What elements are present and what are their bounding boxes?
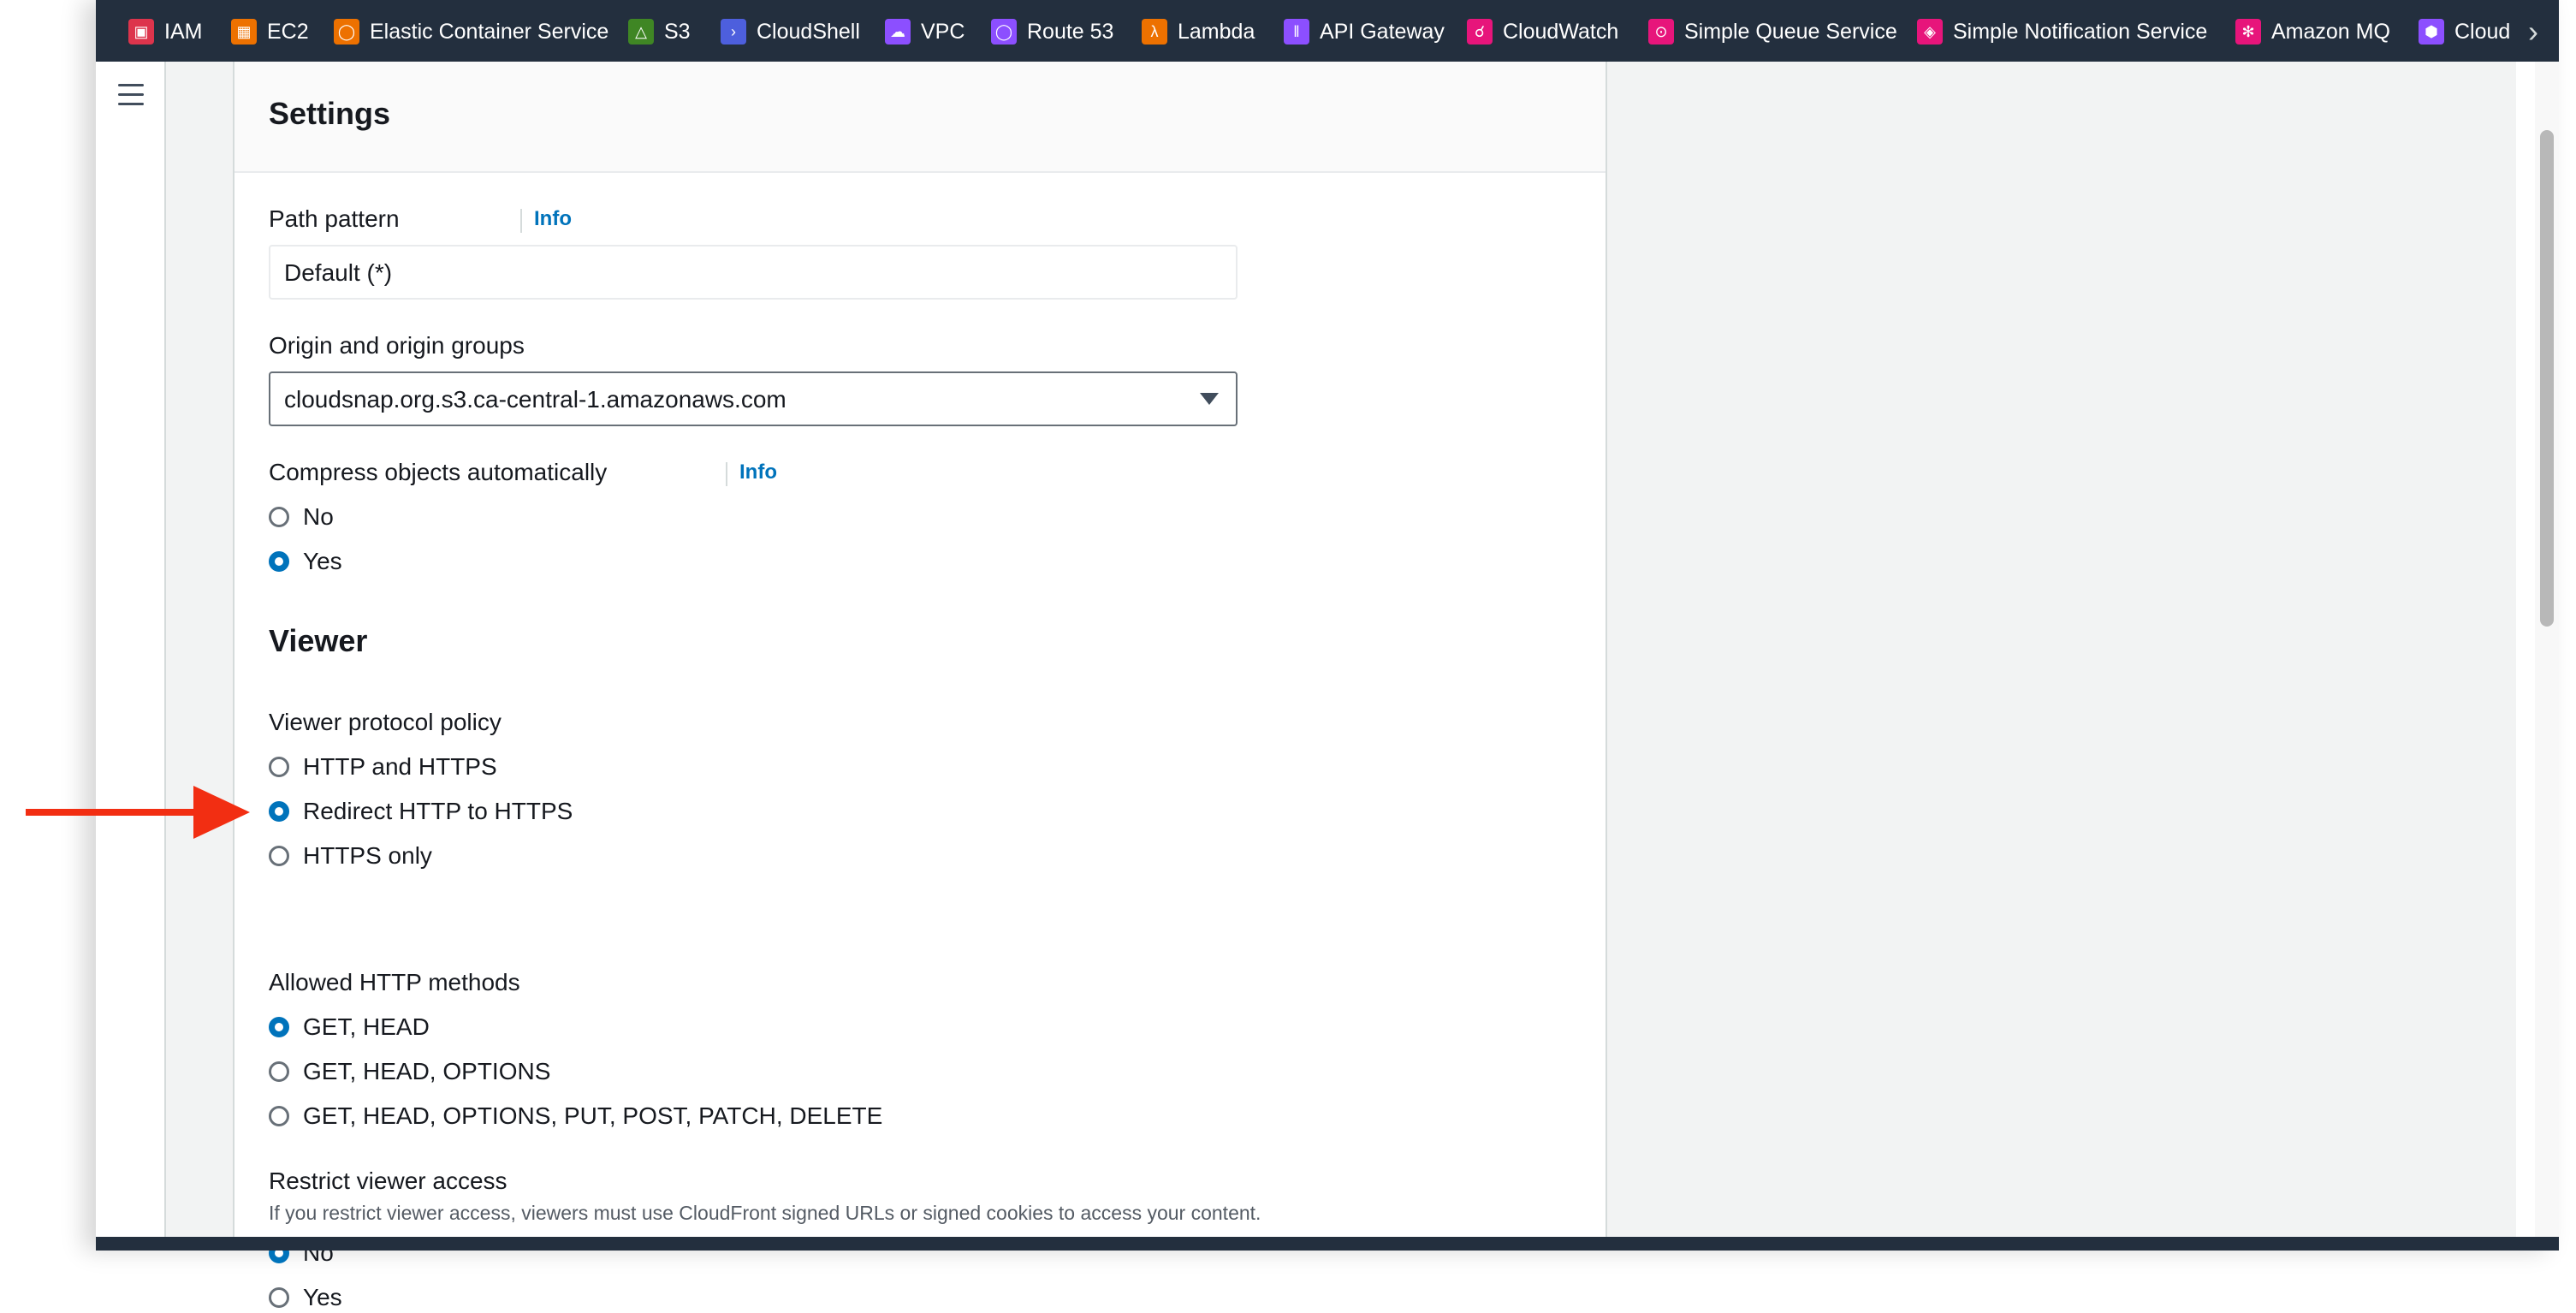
viewer-section-title: Viewer <box>269 623 368 658</box>
route53-icon: ◯ <box>991 19 1017 45</box>
restrict-access-label: Restrict viewer access <box>269 1167 507 1194</box>
allowed-methods-label: Allowed HTTP methods <box>269 969 520 995</box>
favorite-label: Amazon MQ <box>2271 19 2390 44</box>
radio-button[interactable] <box>269 1061 289 1082</box>
chevron-right-icon[interactable]: › <box>2528 14 2538 50</box>
radio-label: Redirect HTTP to HTTPS <box>303 798 573 824</box>
annotation-arrow-icon <box>26 786 250 839</box>
protocol-option-http-and-https[interactable]: HTTP and HTTPS <box>269 752 497 782</box>
radio-label: HTTP and HTTPS <box>303 753 497 780</box>
settings-title: Settings <box>269 96 391 131</box>
iam-icon: ▣ <box>128 19 154 45</box>
favorite-label: Elastic Container Service <box>370 19 609 44</box>
divider <box>520 209 522 233</box>
scrollbar-thumb[interactable] <box>2540 130 2554 627</box>
radio-button[interactable] <box>269 1106 289 1126</box>
radio-label: Yes <box>303 548 342 574</box>
sqs-icon: ⊙ <box>1648 19 1674 45</box>
favorite-ec2[interactable]: ▦ EC2 <box>231 17 309 46</box>
favorite-vpc[interactable]: ☁ VPC <box>885 17 965 46</box>
compress-option-yes[interactable]: Yes <box>269 546 342 577</box>
settings-header: Settings <box>234 62 1606 173</box>
favorites-bar: ▣ IAM ▦ EC2 ◯ Elastic Container Service … <box>96 0 2559 62</box>
menu-icon[interactable] <box>118 84 144 106</box>
methods-option-get-head[interactable]: GET, HEAD <box>269 1012 430 1043</box>
favorite-lambda[interactable]: λ Lambda <box>1142 17 1255 46</box>
lambda-icon: λ <box>1142 19 1167 45</box>
favorite-amazon-mq[interactable]: ✻ Amazon MQ <box>2235 17 2390 46</box>
methods-option-all[interactable]: GET, HEAD, OPTIONS, PUT, POST, PATCH, DE… <box>269 1101 882 1132</box>
radio-label: GET, HEAD, OPTIONS <box>303 1058 551 1084</box>
origin-label: Origin and origin groups <box>269 332 525 359</box>
favorite-label: Lambda <box>1178 19 1255 44</box>
cloudwatch-icon: ☌ <box>1467 19 1493 45</box>
favorite-label: VPC <box>921 19 965 44</box>
favorite-route53[interactable]: ◯ Route 53 <box>991 17 1113 46</box>
api-gateway-icon: ‖ <box>1284 19 1309 45</box>
path-pattern-label-text: Path pattern <box>269 205 400 232</box>
radio-button[interactable] <box>269 1287 289 1308</box>
restrict-option-yes[interactable]: Yes <box>269 1282 342 1313</box>
ecs-icon: ◯ <box>334 19 359 45</box>
favorite-iam[interactable]: ▣ IAM <box>128 17 202 46</box>
s3-icon: △ <box>628 19 654 45</box>
favorite-cloud[interactable]: ⬢ Cloud <box>2419 17 2510 46</box>
vpc-icon: ☁ <box>885 19 911 45</box>
favorite-label: API Gateway <box>1320 19 1445 44</box>
radio-label: GET, HEAD <box>303 1013 430 1040</box>
favorite-cloudshell[interactable]: › CloudShell <box>721 17 860 46</box>
favorite-label: IAM <box>164 19 203 44</box>
favorite-s3[interactable]: △ S3 <box>628 17 691 46</box>
favorite-cloudwatch[interactable]: ☌ CloudWatch <box>1467 17 1618 46</box>
radio-label: No <box>303 503 334 530</box>
favorite-label: CloudWatch <box>1503 19 1619 44</box>
favorite-label: Cloud <box>2454 19 2511 44</box>
favorite-ecs[interactable]: ◯ Elastic Container Service <box>334 17 608 46</box>
amazon-mq-icon: ✻ <box>2235 19 2261 45</box>
cloud-service-icon: ⬢ <box>2419 19 2444 45</box>
favorite-label: Simple Queue Service <box>1684 19 1897 44</box>
favorite-api-gateway[interactable]: ‖ API Gateway <box>1284 17 1445 46</box>
cloudshell-icon: › <box>721 19 746 45</box>
radio-button-selected[interactable] <box>269 551 289 572</box>
ec2-icon: ▦ <box>231 19 257 45</box>
browser-window: ▣ IAM ▦ EC2 ◯ Elastic Container Service … <box>96 0 2559 1310</box>
radio-button[interactable] <box>269 757 289 777</box>
protocol-option-https-only[interactable]: HTTPS only <box>269 841 432 871</box>
radio-button-selected[interactable] <box>269 801 289 822</box>
viewer-protocol-label: Viewer protocol policy <box>269 709 502 735</box>
compress-label: Compress objects automatically <box>269 459 608 485</box>
path-pattern-label: Path pattern <box>269 205 400 233</box>
path-pattern-value: Default (*) <box>284 259 393 286</box>
path-pattern-info-link[interactable]: Info <box>534 207 572 231</box>
favorite-label: CloudShell <box>757 19 860 44</box>
protocol-option-redirect[interactable]: Redirect HTTP to HTTPS <box>269 796 573 827</box>
favorite-sns[interactable]: ◈ Simple Notification Service <box>1917 17 2207 46</box>
radio-button[interactable] <box>269 846 289 866</box>
favorite-label: Route 53 <box>1027 19 1114 44</box>
radio-button-selected[interactable] <box>269 1017 289 1037</box>
caret-down-icon <box>1200 393 1219 405</box>
methods-option-get-head-options[interactable]: GET, HEAD, OPTIONS <box>269 1056 550 1087</box>
origin-select-value: cloudsnap.org.s3.ca-central-1.amazonaws.… <box>284 386 786 413</box>
radio-label: Yes <box>303 1284 342 1310</box>
compress-info-link[interactable]: Info <box>739 460 777 484</box>
favorite-sqs[interactable]: ⊙ Simple Queue Service <box>1648 17 1897 46</box>
divider <box>726 462 727 486</box>
origin-select[interactable]: cloudsnap.org.s3.ca-central-1.amazonaws.… <box>269 371 1238 426</box>
side-navigation <box>96 62 166 1237</box>
radio-label: GET, HEAD, OPTIONS, PUT, POST, PATCH, DE… <box>303 1102 883 1129</box>
radio-label: HTTPS only <box>303 842 432 869</box>
favorite-label: Simple Notification Service <box>1953 19 2208 44</box>
scrollbar[interactable] <box>2535 62 2559 1237</box>
settings-panel: Settings Path pattern Info Default (*) O… <box>233 62 1607 1310</box>
compress-option-no[interactable]: No <box>269 502 334 532</box>
favorite-label: S3 <box>664 19 691 44</box>
path-pattern-field[interactable]: Default (*) <box>269 245 1238 300</box>
favorite-label: EC2 <box>267 19 309 44</box>
bottom-bar <box>96 1237 2559 1251</box>
radio-button[interactable] <box>269 507 289 527</box>
restrict-access-description: If you restrict viewer access, viewers m… <box>269 1202 1261 1224</box>
sns-icon: ◈ <box>1917 19 1943 45</box>
